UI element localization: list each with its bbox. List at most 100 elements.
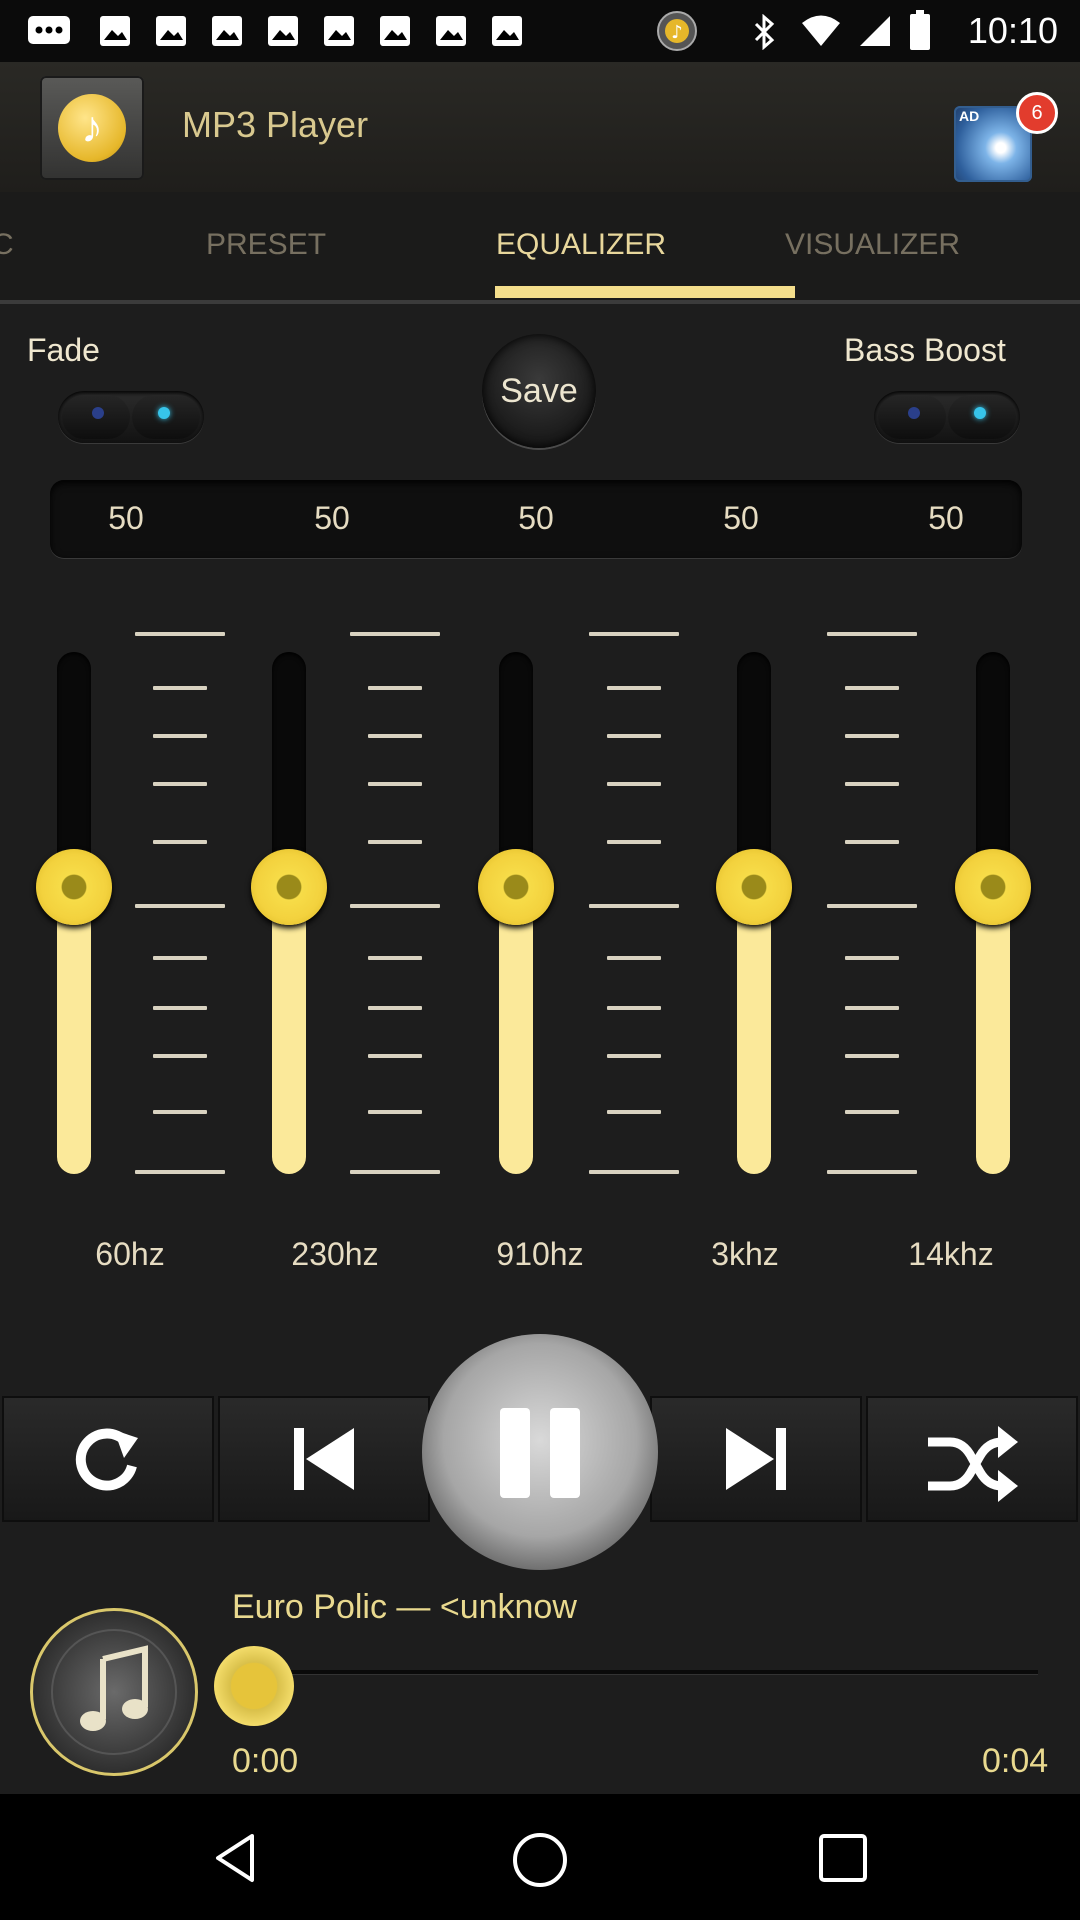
album-art-button[interactable] xyxy=(30,1608,198,1776)
previous-button[interactable] xyxy=(218,1396,430,1522)
fade-toggle[interactable] xyxy=(58,391,204,443)
app-logo[interactable]: ♪ xyxy=(40,76,144,180)
scale-tick xyxy=(368,686,422,690)
scale-tick xyxy=(153,686,207,690)
ad-label: AD xyxy=(959,108,980,124)
scale-tick xyxy=(845,1110,899,1114)
image-icon xyxy=(98,14,132,56)
repeat-icon xyxy=(75,1428,138,1491)
band-value: 50 xyxy=(518,500,554,536)
band-value: 50 xyxy=(723,500,759,536)
music-note-icon: ♪ xyxy=(58,94,126,162)
seek-knob[interactable] xyxy=(214,1646,294,1726)
scale-tick xyxy=(153,734,207,738)
wifi-icon xyxy=(800,14,842,56)
pause-button[interactable] xyxy=(422,1334,658,1570)
scale-tick xyxy=(153,1110,207,1114)
app-header: ♪ MP3 Player AD 6 xyxy=(0,62,1080,194)
image-icon xyxy=(266,14,300,56)
shuffle-icon xyxy=(928,1426,1018,1502)
band-frequency-label: 14khz xyxy=(908,1236,994,1272)
message-icon xyxy=(26,14,72,56)
scale-tick xyxy=(153,956,207,960)
skip-previous-icon xyxy=(294,1428,354,1490)
band-frequency-label: 60hz xyxy=(95,1236,165,1272)
system-nav-bar xyxy=(0,1794,1080,1920)
image-icon xyxy=(210,14,244,56)
save-button[interactable]: Save xyxy=(482,334,596,448)
fade-label: Fade xyxy=(27,332,100,368)
toggle-off-dot xyxy=(908,407,920,419)
tab-music[interactable]: C xyxy=(0,228,14,262)
scale-tick xyxy=(368,1006,422,1010)
scale-tick xyxy=(368,782,422,786)
signal-icon xyxy=(858,14,892,56)
shuffle-button[interactable] xyxy=(866,1396,1078,1522)
scale-tick xyxy=(607,686,661,690)
song-title: Euro Polic — <unknow xyxy=(232,1588,577,1626)
scale-tick xyxy=(845,686,899,690)
toggle-on-dot xyxy=(974,407,986,419)
active-tab-indicator xyxy=(495,286,795,298)
music-note-icon xyxy=(51,1629,177,1755)
tab-preset[interactable]: PRESET xyxy=(206,228,326,262)
tab-bar: C PRESET EQUALIZER VISUALIZER xyxy=(0,192,1080,304)
band-values-bar: 50 50 50 50 50 xyxy=(50,480,1022,558)
scale-tick xyxy=(153,1054,207,1058)
status-time: 10:10 xyxy=(967,10,1058,51)
scale-tick xyxy=(827,904,917,908)
band-frequency-label: 230hz xyxy=(291,1236,379,1272)
seek-bar[interactable] xyxy=(252,1670,1038,1674)
slider-knob[interactable] xyxy=(955,849,1031,925)
band-value: 50 xyxy=(928,500,964,536)
total-duration: 0:04 xyxy=(982,1742,1049,1780)
back-icon[interactable] xyxy=(208,1830,264,1886)
scale-tick xyxy=(845,956,899,960)
slider-knob[interactable] xyxy=(36,849,112,925)
repeat-button[interactable] xyxy=(2,1396,214,1522)
scale-tick xyxy=(589,904,679,908)
scale-tick xyxy=(350,904,440,908)
image-icon xyxy=(434,14,468,56)
scale-tick xyxy=(607,1054,661,1058)
skip-next-icon xyxy=(726,1428,786,1490)
band-value: 50 xyxy=(314,500,350,536)
tab-visualizer[interactable]: VISUALIZER xyxy=(785,228,960,262)
scale-tick xyxy=(607,840,661,844)
recents-icon[interactable] xyxy=(817,1832,869,1884)
scale-tick xyxy=(368,840,422,844)
scale-tick xyxy=(607,1110,661,1114)
scale-tick xyxy=(607,1006,661,1010)
scale-tick xyxy=(845,1054,899,1058)
scale-tick xyxy=(845,782,899,786)
scale-tick xyxy=(368,956,422,960)
image-icon xyxy=(154,14,188,56)
band-value: 50 xyxy=(108,500,144,536)
slider-knob[interactable] xyxy=(478,849,554,925)
status-bar: ♪ 10:10 xyxy=(0,0,1080,62)
scale-tick xyxy=(845,1006,899,1010)
scale-tick xyxy=(827,632,917,636)
scale-tick xyxy=(135,632,225,636)
scale-tick xyxy=(368,1054,422,1058)
elapsed-time: 0:00 xyxy=(232,1742,299,1780)
scale-tick xyxy=(135,1170,225,1174)
band-frequency-label: 910hz xyxy=(496,1236,584,1272)
scale-tick xyxy=(350,1170,440,1174)
image-icon xyxy=(378,14,412,56)
toggle-off-dot xyxy=(92,407,104,419)
scale-tick xyxy=(589,632,679,636)
next-button[interactable] xyxy=(650,1396,862,1522)
slider-knob[interactable] xyxy=(251,849,327,925)
slider-knob[interactable] xyxy=(716,849,792,925)
image-icon xyxy=(490,14,524,56)
tab-equalizer[interactable]: EQUALIZER xyxy=(496,228,666,262)
scale-tick xyxy=(845,840,899,844)
scale-tick xyxy=(827,1170,917,1174)
music-app-icon: ♪ xyxy=(656,10,698,60)
scale-tick xyxy=(589,1170,679,1174)
scale-tick xyxy=(368,1110,422,1114)
bass-boost-toggle[interactable] xyxy=(874,391,1020,443)
home-icon[interactable] xyxy=(510,1830,570,1890)
scale-tick xyxy=(350,632,440,636)
